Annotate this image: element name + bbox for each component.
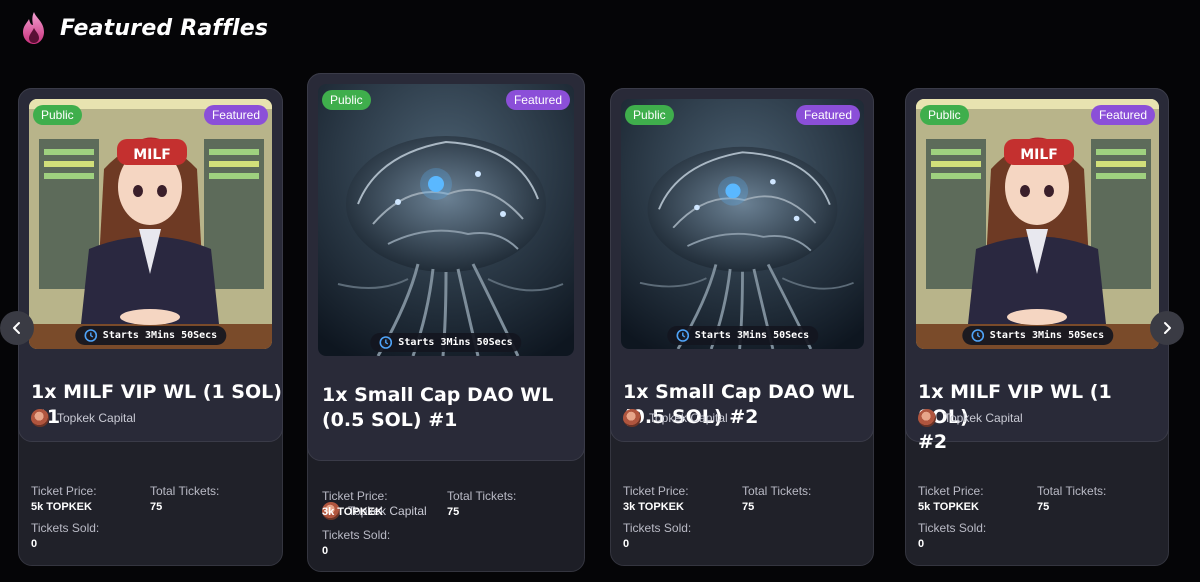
avatar: [31, 409, 49, 427]
raffle-card-top: MILF Public Featured Starts 3Mins 50Secs…: [18, 88, 283, 442]
raffle-card[interactable]: Public Featured Starts 3Mins 50Secs 1x S…: [307, 73, 585, 572]
raffle-image: Public Featured Starts 3Mins 50Secs: [621, 99, 864, 349]
section-header: Featured Raffles: [20, 8, 268, 48]
start-timer: Starts 3Mins 50Secs: [74, 326, 227, 345]
creator-name: Topkek Capital: [944, 411, 1023, 425]
timer-text: Starts 3Mins 50Secs: [989, 330, 1105, 341]
raffle-image: MILF Public Featured Starts 3Mins 50Secs: [916, 99, 1159, 349]
milf-artwork: MILF: [916, 99, 1159, 349]
total-tickets-label: Total Tickets:: [742, 484, 812, 498]
clock-icon: [676, 329, 689, 342]
raffle-image: MILF Public Featured Starts 3Mins 50Secs: [29, 99, 272, 349]
public-badge: Public: [33, 105, 82, 125]
public-badge: Public: [322, 90, 371, 110]
raffle-title-line: #2: [918, 431, 948, 453]
ticket-price-value: 5k TOPKEK: [31, 501, 92, 513]
featured-badge: Featured: [505, 90, 570, 110]
chevron-right-icon: [1164, 322, 1171, 334]
raffle-title-line: 1x Small Cap DAO WL: [623, 381, 855, 403]
featured-raffles-carousel: MILF Public Featured Starts 3Mins 50Secs…: [0, 60, 1200, 582]
total-tickets-label: Total Tickets:: [447, 489, 517, 503]
total-tickets-value: 75: [742, 501, 755, 513]
avatar: [918, 409, 936, 427]
featured-badge: Featured: [203, 105, 268, 125]
total-tickets-value: 75: [447, 506, 460, 518]
clock-icon: [971, 329, 984, 342]
creator[interactable]: Topkek Capital: [918, 409, 1023, 427]
chevron-left-icon: [13, 322, 20, 334]
raffle-title: 1x Small Cap DAO WL (0.5 SOL) #1: [322, 383, 553, 433]
clock-icon: [84, 329, 97, 342]
ticket-price-label: Ticket Price:: [31, 484, 97, 498]
timer-text: Starts 3Mins 50Secs: [398, 337, 513, 348]
tickets-sold-label: Tickets Sold:: [31, 521, 100, 535]
cap-text: MILF: [133, 147, 171, 163]
tickets-sold-value: 0: [623, 538, 630, 550]
tickets-sold-value: 0: [31, 538, 38, 550]
raffle-card-top: MILF Public Featured Starts 3Mins 50Secs…: [905, 88, 1169, 453]
tickets-sold-label: Tickets Sold:: [322, 528, 391, 542]
carousel-prev-button[interactable]: [0, 311, 34, 345]
raffle-title-line: 1x MILF VIP WL (1 SOL): [31, 381, 282, 403]
creator[interactable]: Topkek Capital: [623, 409, 728, 427]
page-title: Featured Raffles: [60, 15, 269, 41]
raffle-card-top: Public Featured Starts 3Mins 50Secs 1x S…: [307, 73, 585, 461]
raffle-card-top: Public Featured Starts 3Mins 50Secs 1x S…: [610, 88, 874, 442]
clock-icon: [379, 336, 393, 349]
ticket-price-value: 3k TOPKEK: [623, 501, 684, 513]
total-tickets-value: 75: [150, 501, 163, 513]
carousel-next-button[interactable]: [1150, 311, 1184, 345]
milf-artwork: MILF: [29, 99, 272, 349]
featured-badge: Featured: [1090, 105, 1155, 125]
creator-name: Topkek Capital: [57, 411, 136, 425]
public-badge: Public: [625, 105, 674, 125]
timer-text: Starts 3Mins 50Secs: [694, 330, 810, 341]
total-tickets-value: 75: [1037, 501, 1050, 513]
ticket-price-value: 5k TOPKEK: [918, 501, 979, 513]
tickets-sold-label: Tickets Sold:: [623, 521, 692, 535]
brain-artwork: [621, 99, 864, 349]
creator-name: Topkek Capital: [649, 411, 728, 425]
avatar: [623, 409, 641, 427]
raffle-title-line: 1x Small Cap DAO WL: [322, 384, 554, 406]
raffle-card[interactable]: MILF Public Featured Starts 3Mins 50Secs…: [905, 88, 1169, 566]
ticket-price-label: Ticket Price:: [918, 484, 984, 498]
raffle-card[interactable]: Public Featured Starts 3Mins 50Secs 1x S…: [610, 88, 874, 566]
tickets-sold-label: Tickets Sold:: [918, 521, 987, 535]
timer-text: Starts 3Mins 50Secs: [102, 330, 218, 341]
total-tickets-label: Total Tickets:: [150, 484, 220, 498]
ticket-price-label: Ticket Price:: [322, 489, 388, 503]
ticket-price-label: Ticket Price:: [623, 484, 689, 498]
start-timer: Starts 3Mins 50Secs: [961, 326, 1114, 345]
creator[interactable]: Topkek Capital: [31, 409, 136, 427]
raffle-card[interactable]: MILF Public Featured Starts 3Mins 50Secs…: [18, 88, 283, 566]
tickets-sold-value: 0: [918, 538, 925, 550]
start-timer: Starts 3Mins 50Secs: [370, 333, 522, 352]
brain-artwork: [318, 84, 574, 356]
raffle-title-line: (0.5 SOL) #1: [322, 409, 458, 431]
flame-icon: [23, 12, 44, 44]
tickets-sold-value: 0: [322, 545, 329, 557]
start-timer: Starts 3Mins 50Secs: [666, 326, 819, 345]
featured-badge: Featured: [795, 105, 860, 125]
ticket-price-value: 3k TOPKEK: [322, 506, 383, 518]
cap-text: MILF: [1020, 147, 1058, 163]
total-tickets-label: Total Tickets:: [1037, 484, 1107, 498]
public-badge: Public: [920, 105, 969, 125]
raffle-image: Public Featured Starts 3Mins 50Secs: [318, 84, 574, 356]
